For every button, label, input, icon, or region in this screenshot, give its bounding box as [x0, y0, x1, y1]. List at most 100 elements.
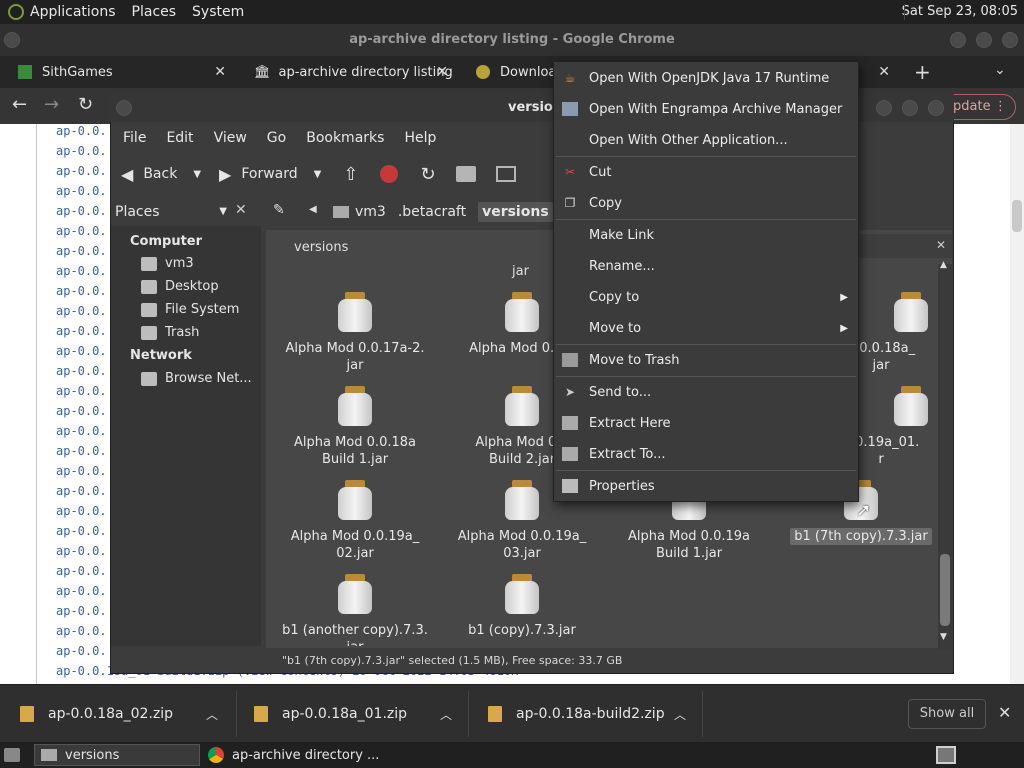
reload-icon[interactable]: ↻: [420, 164, 435, 185]
chrome-maximize-icon[interactable]: [976, 32, 992, 48]
chrome-minimize-icon[interactable]: [950, 32, 966, 48]
new-tab-icon[interactable]: +: [914, 60, 931, 84]
directory-listing-line[interactable]: ap-0.0.: [56, 464, 107, 478]
fm-window-menu-icon[interactable]: [116, 100, 132, 116]
download-item[interactable]: ap-0.0.18a_01.zip ︿: [254, 685, 460, 743]
chevron-up-icon[interactable]: ︿: [440, 706, 452, 723]
sidebar-item-trash[interactable]: Trash: [141, 325, 199, 340]
gnome-logo-icon[interactable]: [8, 4, 24, 20]
directory-listing-line[interactable]: ap-0.0.: [56, 264, 107, 278]
menu-item-cut[interactable]: ✂ Cut: [554, 157, 858, 187]
tab-ap-archive[interactable]: 🏛 ap-archive directory listing ✕: [236, 56, 458, 88]
chrome-close-icon[interactable]: [1002, 32, 1018, 48]
downloads-close-icon[interactable]: ✕: [998, 703, 1011, 722]
directory-listing-line[interactable]: ap-0.0.: [56, 324, 107, 338]
menu-item-open-other[interactable]: Open With Other Application...: [554, 125, 858, 155]
download-item[interactable]: ap-0.0.18a_02.zip ︿: [20, 685, 226, 743]
directory-listing-line[interactable]: ap-0.0.: [56, 424, 107, 438]
menu-go[interactable]: Go: [267, 130, 286, 146]
back-button[interactable]: ◀ Back ▼: [121, 165, 201, 184]
pane-close-icon[interactable]: ✕: [936, 238, 946, 252]
menu-item-properties[interactable]: Properties: [554, 471, 858, 501]
scroll-up-icon[interactable]: ▲: [940, 260, 947, 270]
chevron-up-icon[interactable]: ︿: [674, 706, 686, 723]
directory-listing-line[interactable]: ap-0.0.: [56, 624, 107, 638]
menu-help[interactable]: Help: [404, 130, 436, 146]
directory-listing-line[interactable]: ap-0.0.: [56, 124, 107, 138]
menu-file[interactable]: File: [123, 130, 146, 146]
stop-icon[interactable]: [380, 165, 399, 183]
breadcrumb-versions[interactable]: versions: [478, 202, 553, 222]
clock[interactable]: Sat Sep 23, 08:05: [902, 4, 1018, 19]
workspace-switcher-icon[interactable]: [936, 746, 956, 764]
fm-scrollbar[interactable]: ▲ ▼: [938, 260, 952, 650]
directory-listing-line[interactable]: ap-0.0.: [56, 144, 107, 158]
places-menu[interactable]: Places: [132, 4, 177, 20]
edit-location-icon[interactable]: ✎: [273, 202, 285, 218]
directory-listing-line[interactable]: ap-0.0.: [56, 344, 107, 358]
breadcrumb-vm3[interactable]: vm3: [355, 204, 386, 220]
file-item[interactable]: Alpha Mod 0.0.18a Build 1.jar: [275, 386, 435, 468]
menu-item-move-to[interactable]: Move to ▶: [554, 313, 858, 343]
file-item[interactable]: Alpha Mod 0.0.17a-2. jar: [275, 292, 435, 374]
sidebar-item-vm3[interactable]: vm3: [141, 256, 194, 271]
directory-listing-line[interactable]: ap-0.0.: [56, 184, 107, 198]
sidebar-close-icon[interactable]: ✕: [235, 202, 247, 218]
reload-icon[interactable]: ↻: [78, 94, 93, 115]
directory-listing-line[interactable]: ap-0.0.: [56, 604, 107, 618]
directory-listing-line[interactable]: ap-0.0.: [56, 404, 107, 418]
menu-edit[interactable]: Edit: [166, 130, 193, 146]
menu-item-rename[interactable]: Rename...: [554, 251, 858, 281]
directory-listing-line[interactable]: ap-0.0.: [56, 284, 107, 298]
applications-menu[interactable]: Applications: [30, 4, 116, 20]
up-arrow-icon[interactable]: ⇧: [343, 164, 358, 185]
download-item[interactable]: ap-0.0.18a-build2.zip ︿: [488, 685, 694, 743]
directory-listing-line[interactable]: ap-0.0.: [56, 384, 107, 398]
menu-item-make-link[interactable]: Make Link: [554, 220, 858, 250]
menu-item-extract-to[interactable]: Extract To...: [554, 439, 858, 469]
fm-close-icon[interactable]: [928, 100, 944, 116]
page-scrollbar[interactable]: [1010, 124, 1024, 684]
scroll-down-icon[interactable]: ▼: [940, 632, 947, 642]
menu-item-move-to-trash[interactable]: Move to Trash: [554, 345, 858, 375]
directory-listing-line[interactable]: ap-0.0.: [56, 504, 107, 518]
sidebar-item-file-system[interactable]: File System: [141, 302, 239, 317]
back-dropdown-icon[interactable]: ▼: [193, 169, 201, 180]
menu-bookmarks[interactable]: Bookmarks: [306, 130, 384, 146]
fm-maximize-icon[interactable]: [902, 100, 918, 116]
forward-arrow-icon[interactable]: →: [44, 94, 59, 115]
sidebar-item-browse-network[interactable]: Browse Net...: [141, 371, 252, 386]
directory-listing-line[interactable]: ap-0.0.: [56, 304, 107, 318]
back-arrow-icon[interactable]: ←: [12, 94, 27, 115]
tab-close-icon[interactable]: ✕: [878, 64, 890, 80]
tab-search-chevron-icon[interactable]: ⌄: [994, 62, 1006, 78]
directory-listing-line[interactable]: ap-0.0.: [56, 444, 107, 458]
menu-item-copy-to[interactable]: Copy to ▶: [554, 282, 858, 312]
sidebar-item-desktop[interactable]: Desktop: [141, 279, 219, 294]
file-item[interactable]: b1 (another copy).7.3. jar: [275, 574, 435, 646]
directory-listing-line[interactable]: ap-0.0.: [56, 204, 107, 218]
directory-listing-line[interactable]: ap-0.0.: [56, 244, 107, 258]
kebab-menu-icon[interactable]: ⋮: [994, 95, 1007, 119]
directory-listing-line[interactable]: ap-0.0.: [56, 524, 107, 538]
forward-dropdown-icon[interactable]: ▼: [314, 169, 322, 180]
directory-listing-line[interactable]: ap-0.0.: [56, 544, 107, 558]
menu-item-copy[interactable]: ❐ Copy: [554, 188, 858, 218]
menu-view[interactable]: View: [214, 130, 247, 146]
menu-item-extract-here[interactable]: Extract Here: [554, 408, 858, 438]
tab-close-icon[interactable]: ✕: [214, 64, 226, 80]
computer-icon[interactable]: [495, 166, 516, 182]
directory-listing-line[interactable]: ap-0.0.: [56, 644, 107, 658]
system-menu[interactable]: System: [192, 4, 244, 20]
taskbar-item-versions[interactable]: versions: [34, 744, 200, 766]
directory-listing-line[interactable]: ap-0.0.: [56, 584, 107, 598]
chrome-menu-circle-icon[interactable]: [4, 32, 20, 48]
file-item[interactable]: Alpha Mod 0.0.19a_ 02.jar: [275, 480, 435, 562]
menu-item-open-engrampa[interactable]: Open With Engrampa Archive Manager: [554, 94, 858, 124]
menu-item-open-java[interactable]: ☕ Open With OpenJDK Java 17 Runtime: [554, 63, 858, 93]
page-scroll-thumb[interactable]: [1012, 200, 1022, 232]
menu-item-send-to[interactable]: ➤ Send to...: [554, 377, 858, 407]
tab-sithgames[interactable]: SithGames ✕: [0, 56, 236, 88]
file-item[interactable]: b1 (copy).7.3.jar: [442, 574, 602, 639]
tab-close-icon[interactable]: ✕: [436, 64, 448, 80]
